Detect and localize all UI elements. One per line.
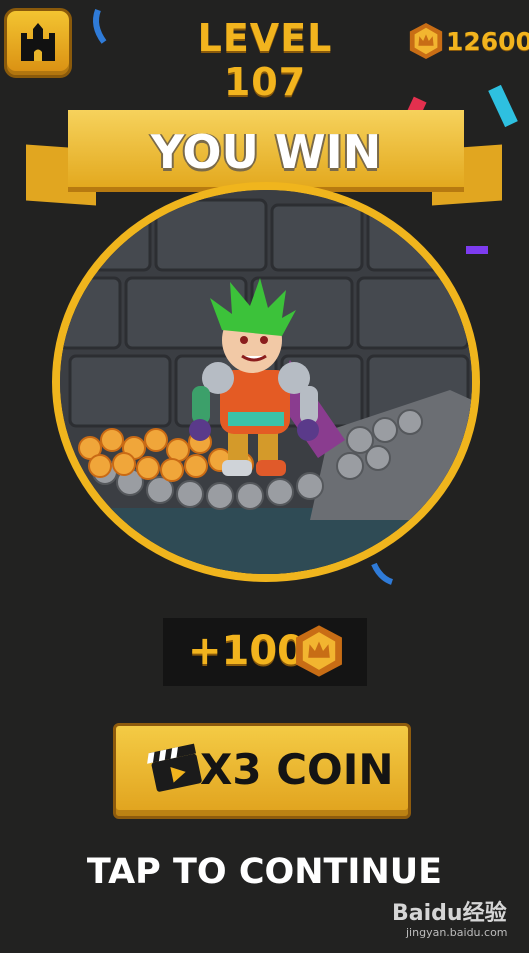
banner-title: YOU WIN: [150, 125, 382, 179]
scene-illustration: [60, 190, 472, 574]
watermark-url: jingyan.baidu.com: [406, 926, 508, 939]
crown-coin-icon: [292, 624, 346, 678]
tap-to-continue[interactable]: TAP TO CONTINUE: [0, 852, 529, 892]
watermark-brand: Baidu经验: [392, 901, 507, 926]
reward-amount: +100: [188, 628, 306, 674]
victory-scene: [52, 182, 480, 582]
x3-coin-label: X3 COIN: [200, 745, 394, 794]
video-clapper-icon: [146, 736, 204, 794]
